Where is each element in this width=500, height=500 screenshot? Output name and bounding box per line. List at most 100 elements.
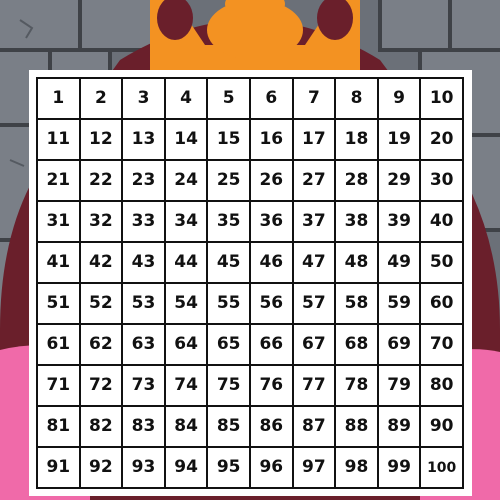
number-cell-88: 88 xyxy=(336,407,379,448)
number-cell-42: 42 xyxy=(80,243,124,284)
number-cell-52: 52 xyxy=(80,284,124,325)
number-cell-47: 47 xyxy=(293,243,337,284)
number-cell-87: 87 xyxy=(293,407,337,448)
number-cell-70: 70 xyxy=(421,325,464,366)
number-cell-95: 95 xyxy=(208,448,251,489)
number-cell-15: 15 xyxy=(208,120,251,161)
number-cell-82: 82 xyxy=(80,407,124,448)
number-cell-8: 8 xyxy=(336,79,379,120)
number-cell-9: 9 xyxy=(378,79,422,120)
number-cell-61: 61 xyxy=(38,325,81,366)
number-cell-94: 94 xyxy=(165,448,209,489)
number-cell-65: 65 xyxy=(208,325,251,366)
number-cell-43: 43 xyxy=(123,243,166,284)
number-cell-54: 54 xyxy=(165,284,209,325)
number-cell-80: 80 xyxy=(421,366,464,407)
number-cell-100: 100 xyxy=(421,448,464,489)
number-cell-24: 24 xyxy=(165,161,209,202)
number-cell-93: 93 xyxy=(123,448,166,489)
number-cell-66: 66 xyxy=(250,325,294,366)
number-cell-79: 79 xyxy=(378,366,422,407)
number-cell-23: 23 xyxy=(123,161,166,202)
number-cell-58: 58 xyxy=(336,284,379,325)
number-cell-85: 85 xyxy=(208,407,251,448)
number-cell-99: 99 xyxy=(378,448,422,489)
number-cell-55: 55 xyxy=(208,284,251,325)
number-cell-83: 83 xyxy=(123,407,166,448)
number-cell-50: 50 xyxy=(421,243,464,284)
number-cell-44: 44 xyxy=(165,243,209,284)
hundred-chart-card: 1 2 3 4 5 6 7 8 9 10 11 12 13 14 15 16 17 18 19 20 21 22 23 24 2… xyxy=(29,70,472,496)
number-cell-96: 96 xyxy=(250,448,294,489)
number-cell-40: 40 xyxy=(421,202,464,243)
number-cell-22: 22 xyxy=(80,161,124,202)
number-cell-41: 41 xyxy=(38,243,81,284)
number-cell-3: 3 xyxy=(123,79,166,120)
number-cell-20: 20 xyxy=(421,120,464,161)
number-cell-13: 13 xyxy=(123,120,166,161)
number-cell-31: 31 xyxy=(38,202,81,243)
number-cell-51: 51 xyxy=(38,284,81,325)
number-cell-63: 63 xyxy=(123,325,166,366)
number-cell-48: 48 xyxy=(336,243,379,284)
number-cell-76: 76 xyxy=(250,366,294,407)
number-cell-78: 78 xyxy=(336,366,379,407)
number-cell-14: 14 xyxy=(165,120,209,161)
number-cell-98: 98 xyxy=(336,448,379,489)
number-cell-6: 6 xyxy=(250,79,294,120)
number-cell-33: 33 xyxy=(123,202,166,243)
number-cell-49: 49 xyxy=(378,243,422,284)
number-cell-12: 12 xyxy=(80,120,124,161)
number-cell-97: 97 xyxy=(293,448,337,489)
number-cell-10: 10 xyxy=(421,79,464,120)
number-cell-37: 37 xyxy=(293,202,337,243)
number-cell-84: 84 xyxy=(165,407,209,448)
number-cell-4: 4 xyxy=(165,79,209,120)
number-cell-29: 29 xyxy=(378,161,422,202)
number-cell-74: 74 xyxy=(165,366,209,407)
number-cell-46: 46 xyxy=(250,243,294,284)
number-cell-57: 57 xyxy=(293,284,337,325)
number-cell-92: 92 xyxy=(80,448,124,489)
number-cell-75: 75 xyxy=(208,366,251,407)
number-cell-64: 64 xyxy=(165,325,209,366)
number-cell-90: 90 xyxy=(421,407,464,448)
number-cell-77: 77 xyxy=(293,366,337,407)
number-cell-35: 35 xyxy=(208,202,251,243)
number-cell-67: 67 xyxy=(293,325,337,366)
number-cell-73: 73 xyxy=(123,366,166,407)
number-cell-21: 21 xyxy=(38,161,81,202)
number-cell-71: 71 xyxy=(38,366,81,407)
number-cell-56: 56 xyxy=(250,284,294,325)
number-cell-62: 62 xyxy=(80,325,124,366)
number-cell-86: 86 xyxy=(250,407,294,448)
number-cell-19: 19 xyxy=(378,120,422,161)
number-cell-32: 32 xyxy=(80,202,124,243)
number-cell-38: 38 xyxy=(336,202,379,243)
number-cell-7: 7 xyxy=(293,79,337,120)
number-cell-34: 34 xyxy=(165,202,209,243)
number-cell-69: 69 xyxy=(378,325,422,366)
number-cell-5: 5 xyxy=(208,79,251,120)
number-cell-27: 27 xyxy=(293,161,337,202)
number-cell-53: 53 xyxy=(123,284,166,325)
number-cell-25: 25 xyxy=(208,161,251,202)
number-cell-17: 17 xyxy=(293,120,337,161)
number-cell-91: 91 xyxy=(38,448,81,489)
number-cell-1: 1 xyxy=(38,79,81,120)
hundred-chart-grid: 1 2 3 4 5 6 7 8 9 10 11 12 13 14 15 16 17 18 19 20 21 22 23 24 2… xyxy=(36,77,464,489)
number-cell-81: 81 xyxy=(38,407,81,448)
number-cell-16: 16 xyxy=(250,120,294,161)
number-cell-28: 28 xyxy=(336,161,379,202)
number-cell-36: 36 xyxy=(250,202,294,243)
number-cell-30: 30 xyxy=(421,161,464,202)
number-cell-18: 18 xyxy=(336,120,379,161)
number-cell-45: 45 xyxy=(208,243,251,284)
number-cell-2: 2 xyxy=(80,79,124,120)
number-cell-68: 68 xyxy=(336,325,379,366)
number-cell-60: 60 xyxy=(421,284,464,325)
number-cell-59: 59 xyxy=(378,284,422,325)
number-cell-26: 26 xyxy=(250,161,294,202)
number-cell-11: 11 xyxy=(38,120,81,161)
number-cell-39: 39 xyxy=(378,202,422,243)
